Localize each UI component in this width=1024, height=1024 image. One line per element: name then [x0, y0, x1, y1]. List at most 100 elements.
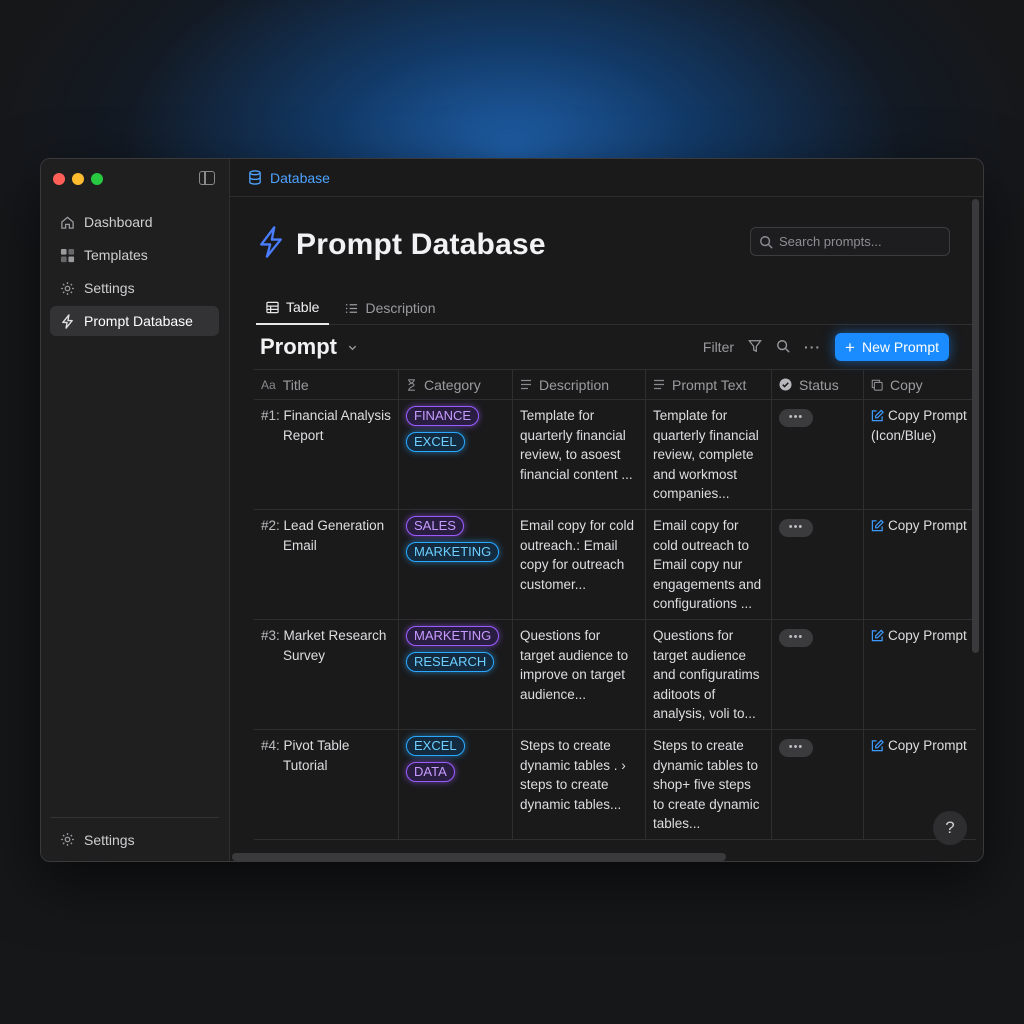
cell-prompt-text[interactable]: Email copy for cold outreach to Email co…: [646, 510, 772, 619]
database-icon: [248, 170, 262, 185]
edit-icon: [871, 519, 884, 532]
copy-prompt-link[interactable]: Copy Prompt: [864, 510, 976, 619]
header-label: Category: [424, 376, 481, 393]
search-icon: [759, 235, 773, 249]
cell-category[interactable]: MARKETING RESEARCH: [399, 620, 513, 729]
chevron-down-icon[interactable]: [347, 342, 358, 353]
tab-description[interactable]: Description: [335, 291, 445, 325]
sidebar-item-settings[interactable]: Settings: [50, 273, 219, 303]
category-tag[interactable]: SALES: [406, 516, 464, 536]
vertical-scrollbar[interactable]: [972, 199, 979, 653]
copy-prompt-label: Copy Prompt: [888, 738, 967, 753]
cell-category[interactable]: EXCEL DATA: [399, 730, 513, 839]
sidebar-bottom-label: Settings: [84, 831, 135, 848]
row-number: #4:: [261, 738, 280, 753]
status-badge[interactable]: •••: [779, 409, 813, 427]
prompt-table: Aa Title Category Description Prompt Tex…: [254, 369, 976, 840]
category-tag[interactable]: FINANCE: [406, 406, 480, 426]
maximize-window-button[interactable]: [91, 173, 103, 185]
search-icon[interactable]: [776, 339, 790, 356]
category-tag[interactable]: MARKETING: [406, 542, 500, 562]
header-label: Description: [539, 376, 610, 393]
column-header-description[interactable]: Description: [513, 370, 646, 399]
more-icon[interactable]: ···: [804, 339, 821, 355]
row-title: Pivot Table Tutorial: [283, 738, 350, 773]
table-row[interactable]: #3: Market Research Survey MARKETING RES…: [254, 620, 976, 730]
cell-status[interactable]: •••: [772, 620, 864, 729]
cell-category[interactable]: SALES MARKETING: [399, 510, 513, 619]
cell-title[interactable]: #4: Pivot Table Tutorial: [254, 730, 399, 839]
minimize-window-button[interactable]: [72, 173, 84, 185]
table-row[interactable]: #2: Lead Generation Email SALES MARKETIN…: [254, 510, 976, 620]
copy-prompt-label: Copy Prompt: [888, 628, 967, 643]
cell-description[interactable]: Template for quarterly financial review,…: [513, 400, 646, 509]
column-header-category[interactable]: Category: [399, 370, 513, 399]
category-tag[interactable]: EXCEL: [406, 432, 465, 452]
cell-status[interactable]: •••: [772, 730, 864, 839]
close-window-button[interactable]: [53, 173, 65, 185]
copy-prompt-link[interactable]: Copy Prompt (Icon/Blue): [864, 400, 976, 509]
text-type-icon: Aa: [261, 377, 276, 392]
cell-category[interactable]: FINANCE EXCEL: [399, 400, 513, 509]
edit-icon: [871, 739, 884, 752]
home-icon: [59, 214, 75, 230]
view-tabs: Table Description: [256, 291, 973, 325]
search-placeholder: Search prompts...: [779, 234, 882, 249]
page-title: Prompt Database: [296, 227, 546, 261]
cell-description[interactable]: Email copy for cold outreach.: Email cop…: [513, 510, 646, 619]
header-label: Copy: [890, 376, 923, 393]
category-tag[interactable]: EXCEL: [406, 736, 465, 756]
tab-table[interactable]: Table: [256, 291, 330, 325]
sidebar-item-prompt-database[interactable]: Prompt Database: [50, 306, 219, 336]
cell-description[interactable]: Questions for target audience to improve…: [513, 620, 646, 729]
edit-icon: [871, 409, 884, 422]
status-badge[interactable]: •••: [779, 739, 813, 757]
cell-title[interactable]: #1: Financial Analysis Report: [254, 400, 399, 509]
table-header: Aa Title Category Description Prompt Tex…: [254, 370, 976, 400]
sidebar-item-templates[interactable]: Templates: [50, 240, 219, 270]
column-header-title[interactable]: Aa Title: [254, 370, 399, 399]
table-row[interactable]: #1: Financial Analysis Report FINANCE EX…: [254, 400, 976, 510]
status-badge[interactable]: •••: [779, 629, 813, 647]
row-number: #1:: [261, 408, 280, 423]
gear-icon: [59, 832, 75, 848]
bolt-icon: [59, 313, 75, 329]
sidebar-item-dashboard[interactable]: Dashboard: [50, 207, 219, 237]
cell-prompt-text[interactable]: Template for quarterly financial review,…: [646, 400, 772, 509]
hourglass-icon: [406, 378, 417, 391]
view-title[interactable]: Prompt: [260, 334, 337, 360]
cell-title[interactable]: #2: Lead Generation Email: [254, 510, 399, 619]
help-button[interactable]: ?: [933, 811, 967, 845]
breadcrumb-label: Database: [270, 169, 330, 186]
cell-prompt-text[interactable]: Steps to create dynamic tables to shop+ …: [646, 730, 772, 839]
plus-icon: +: [845, 337, 855, 357]
cell-status[interactable]: •••: [772, 400, 864, 509]
cell-title[interactable]: #3: Market Research Survey: [254, 620, 399, 729]
table-row[interactable]: #4: Pivot Table Tutorial EXCEL DATA Step…: [254, 730, 976, 840]
category-tag[interactable]: RESEARCH: [406, 652, 495, 672]
sidebar-toggle-icon[interactable]: [199, 171, 215, 185]
cell-status[interactable]: •••: [772, 510, 864, 619]
header-label: Prompt Text: [672, 376, 747, 393]
new-prompt-button[interactable]: + New Prompt: [835, 333, 949, 361]
table-icon: [266, 301, 279, 314]
list-icon: [345, 302, 358, 315]
filter-icon[interactable]: [748, 339, 762, 356]
page-header: Prompt Database: [258, 225, 546, 264]
sidebar-item-label: Settings: [84, 280, 135, 296]
search-input[interactable]: Search prompts...: [750, 227, 950, 256]
breadcrumb[interactable]: Database: [230, 159, 983, 197]
cell-prompt-text[interactable]: Questions for target audience and config…: [646, 620, 772, 729]
category-tag[interactable]: MARKETING: [406, 626, 500, 646]
cell-description[interactable]: Steps to create dynamic tables . › steps…: [513, 730, 646, 839]
column-header-prompt-text[interactable]: Prompt Text: [646, 370, 772, 399]
filter-button[interactable]: Filter: [703, 339, 734, 355]
status-badge[interactable]: •••: [779, 519, 813, 537]
horizontal-scrollbar[interactable]: [232, 853, 726, 861]
column-header-copy[interactable]: Copy: [864, 370, 976, 399]
gear-icon: [59, 280, 75, 296]
sidebar-item-bottom-settings[interactable]: Settings: [50, 817, 219, 861]
column-header-status[interactable]: Status: [772, 370, 864, 399]
category-tag[interactable]: DATA: [406, 762, 455, 782]
copy-prompt-link[interactable]: Copy Prompt: [864, 620, 976, 729]
